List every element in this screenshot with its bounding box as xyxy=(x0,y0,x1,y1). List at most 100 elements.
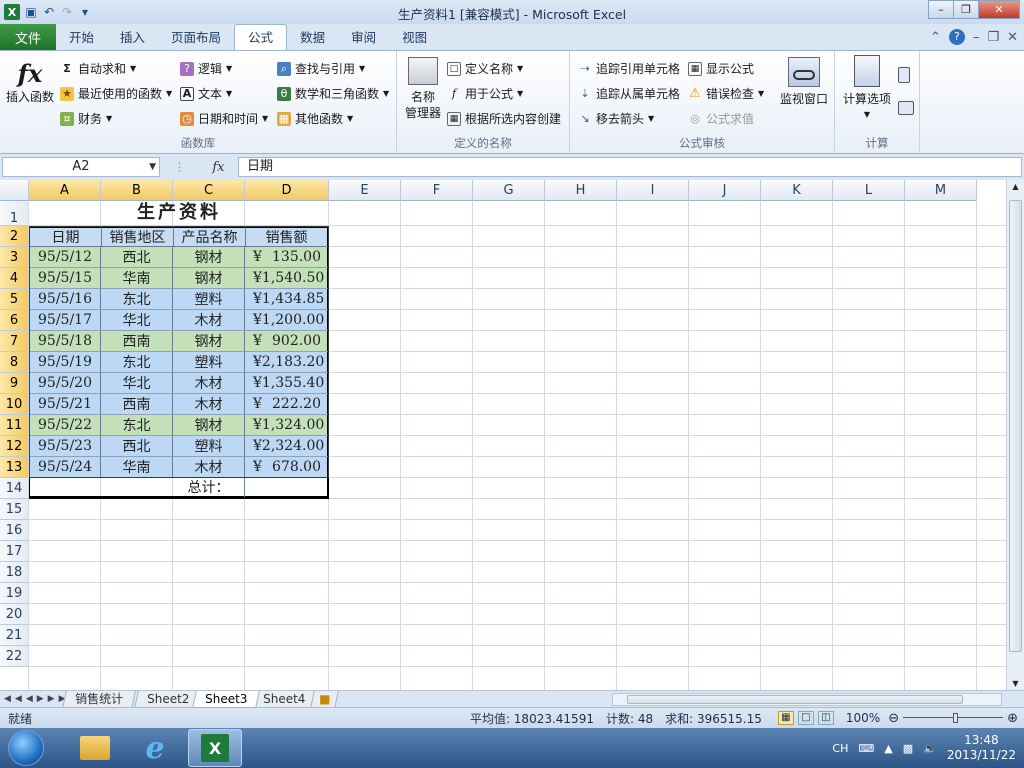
total-row-empty-a[interactable] xyxy=(29,478,101,499)
column-header-b[interactable]: B xyxy=(101,180,173,201)
calculation-options-button[interactable]: 计算选项 ▼ xyxy=(839,55,895,123)
name-box-dropdown-icon[interactable]: ▼ xyxy=(149,158,156,176)
trace-dependents-button[interactable]: ⇣ 追踪从属单元格 xyxy=(578,85,680,102)
region-cell[interactable]: 西北 xyxy=(101,436,173,457)
recent-functions-button[interactable]: ★ 最近使用的函数 ▼ xyxy=(60,85,172,102)
column-header-c[interactable]: C xyxy=(173,180,245,201)
date-cell[interactable]: 95/5/22 xyxy=(29,415,101,436)
redo-icon[interactable]: ↷ xyxy=(60,5,74,19)
horizontal-scrollbar[interactable] xyxy=(612,693,1002,706)
zoom-slider[interactable] xyxy=(903,711,1004,725)
product-cell[interactable]: 塑料 xyxy=(173,352,245,373)
zoom-out-icon[interactable]: ⊖ xyxy=(888,711,899,726)
amount-cell[interactable]: ¥1,324.00 xyxy=(245,415,329,436)
amount-cell[interactable]: ¥1,540.50 xyxy=(245,268,329,289)
start-button[interactable] xyxy=(8,730,44,766)
tab-view[interactable]: 视图 xyxy=(389,26,440,50)
clock[interactable]: 13:48 2013/11/22 xyxy=(947,733,1016,763)
product-cell[interactable]: 塑料 xyxy=(173,289,245,310)
sheet-nav-arrows[interactable]: ◀◀◀▶▶▶ xyxy=(4,691,70,707)
total-value-cell[interactable] xyxy=(245,478,329,499)
row-header-15[interactable]: 15 xyxy=(0,499,29,520)
column-header-e[interactable]: E xyxy=(329,180,401,201)
tab-file[interactable]: 文件 xyxy=(0,24,56,50)
insert-function-button[interactable]: fx 插入函数 xyxy=(4,59,56,105)
header-cell[interactable]: 销售地区 xyxy=(101,226,173,247)
calculate-now-icon[interactable] xyxy=(898,67,910,83)
input-method-indicator[interactable]: CH xyxy=(832,742,848,755)
amount-cell[interactable]: ¥2,183.20 xyxy=(245,352,329,373)
help-icon[interactable]: ? xyxy=(948,29,965,45)
row-header-13[interactable]: 13 xyxy=(0,457,29,478)
tab-data[interactable]: 数据 xyxy=(287,26,338,50)
region-cell[interactable]: 西北 xyxy=(101,247,173,268)
row-header-21[interactable]: 21 xyxy=(0,625,29,646)
header-cell[interactable]: 日期 xyxy=(29,226,101,247)
page-layout-view-icon[interactable]: □ xyxy=(797,711,814,725)
column-header-k[interactable]: K xyxy=(761,180,833,201)
sheet-tab-sales-stats[interactable]: 销售统计 xyxy=(62,691,136,708)
undo-icon[interactable]: ↶ xyxy=(42,5,56,19)
row-header-7[interactable]: 7 xyxy=(0,331,29,352)
financial-button[interactable]: ¤ 财务 ▼ xyxy=(60,110,112,127)
row-header-8[interactable]: 8 xyxy=(0,352,29,373)
date-cell[interactable]: 95/5/20 xyxy=(29,373,101,394)
region-cell[interactable]: 西南 xyxy=(101,394,173,415)
show-formulas-button[interactable]: ▦ 显示公式 xyxy=(688,60,754,77)
math-trig-button[interactable]: θ 数学和三角函数 ▼ xyxy=(277,85,389,102)
remove-arrows-button[interactable]: ↘ 移去箭头 ▼ xyxy=(578,110,654,127)
tab-home[interactable]: 开始 xyxy=(56,26,107,50)
header-cell[interactable]: 产品名称 xyxy=(173,226,245,247)
row-header-18[interactable]: 18 xyxy=(0,562,29,583)
date-cell[interactable]: 95/5/23 xyxy=(29,436,101,457)
date-cell[interactable]: 95/5/12 xyxy=(29,247,101,268)
tab-formulas[interactable]: 公式 xyxy=(234,24,288,50)
trace-precedents-button[interactable]: ⇢ 追踪引用单元格 xyxy=(578,60,680,77)
maximize-button[interactable]: ❐ xyxy=(953,0,979,19)
row-header-4[interactable]: 4 xyxy=(0,268,29,289)
sheet-tab-4[interactable]: Sheet4 xyxy=(250,691,319,708)
column-header-h[interactable]: H xyxy=(545,180,617,201)
date-cell[interactable]: 95/5/21 xyxy=(29,394,101,415)
amount-cell[interactable]: ¥1,434.85 xyxy=(245,289,329,310)
row-header-2[interactable]: 2 xyxy=(0,226,29,247)
create-from-selection-button[interactable]: ▦ 根据所选内容创建 xyxy=(447,110,561,127)
name-manager-button[interactable]: 名称 管理器 xyxy=(401,57,445,121)
row-header-9[interactable]: 9 xyxy=(0,373,29,394)
amount-cell[interactable]: ¥135.00 xyxy=(245,247,329,268)
worksheet-grid[interactable]: ABCDEFGHIJKLM 1 2 3 4 5 6 7 8 9 10 11 12 13 14 15 16 17 1… xyxy=(0,180,1006,690)
sheet-title-cell[interactable]: 生产资料 xyxy=(29,201,329,226)
insert-function-fx-icon[interactable]: fx xyxy=(212,160,224,175)
row-header-14[interactable]: 14 xyxy=(0,478,29,499)
sheet-tab-3[interactable]: Sheet3 xyxy=(192,691,261,708)
evaluate-formula-button[interactable]: ◎ 公式求值 xyxy=(688,110,754,127)
amount-cell[interactable]: ¥1,355.40 xyxy=(245,373,329,394)
tab-page-layout[interactable]: 页面布局 xyxy=(158,26,234,50)
row-header-1[interactable]: 1 xyxy=(0,201,29,226)
name-box[interactable]: A2 ▼ xyxy=(2,157,160,177)
vertical-scroll-thumb[interactable] xyxy=(1009,200,1022,652)
region-cell[interactable]: 华南 xyxy=(101,268,173,289)
column-header-i[interactable]: I xyxy=(617,180,689,201)
save-icon[interactable]: ▣ xyxy=(24,5,38,19)
row-header-17[interactable]: 17 xyxy=(0,541,29,562)
row-header-20[interactable]: 20 xyxy=(0,604,29,625)
tab-insert[interactable]: 插入 xyxy=(107,26,158,50)
column-header-g[interactable]: G xyxy=(473,180,545,201)
ribbon-collapse-icon[interactable]: ⌃ xyxy=(930,30,941,45)
date-cell[interactable]: 95/5/15 xyxy=(29,268,101,289)
network-icon[interactable]: ▩ xyxy=(903,742,913,755)
workbook-close-icon[interactable]: ✕ xyxy=(1007,30,1018,45)
row-header-3[interactable]: 3 xyxy=(0,247,29,268)
column-header-f[interactable]: F xyxy=(401,180,473,201)
row-header-5[interactable]: 5 xyxy=(0,289,29,310)
amount-cell[interactable]: ¥222.20 xyxy=(245,394,329,415)
amount-cell[interactable]: ¥2,324.00 xyxy=(245,436,329,457)
row-header-22[interactable]: 22 xyxy=(0,646,29,667)
column-header-m[interactable]: M xyxy=(905,180,977,201)
select-all-corner[interactable] xyxy=(0,180,29,201)
column-header-d[interactable]: D xyxy=(245,180,329,201)
workbook-minimize-icon[interactable]: – xyxy=(973,30,980,45)
volume-icon[interactable]: 🔈 xyxy=(923,742,937,755)
excel-app-icon[interactable]: X xyxy=(4,4,20,20)
